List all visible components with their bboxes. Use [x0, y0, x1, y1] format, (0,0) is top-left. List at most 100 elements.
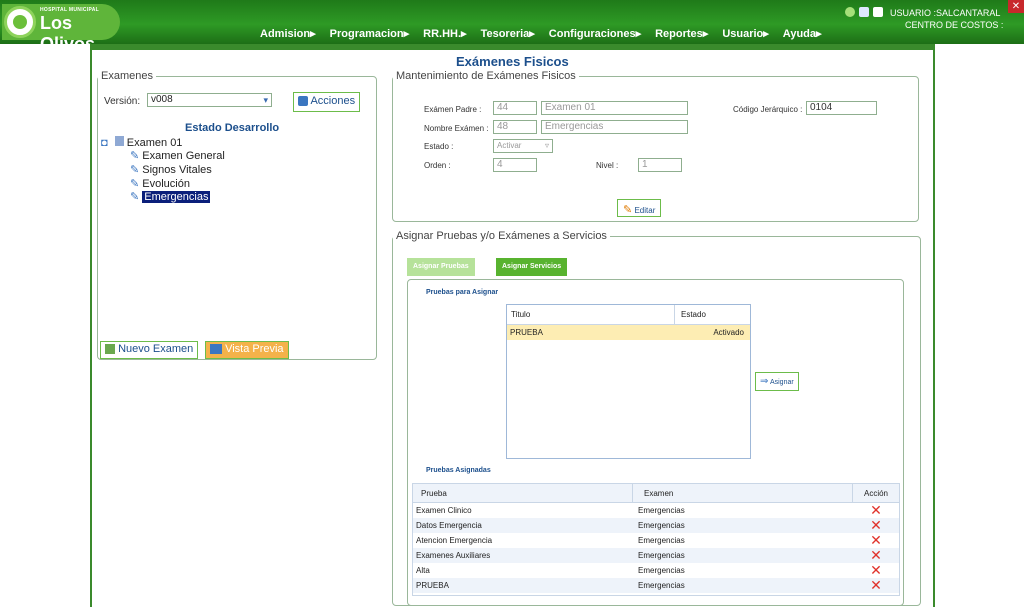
- nombre-id-field[interactable]: 48: [493, 120, 537, 134]
- asignar-button[interactable]: ⇒ Asignar: [755, 372, 799, 391]
- table-row[interactable]: Examenes Auxiliares Emergencias ✕: [413, 548, 899, 563]
- menu-tesoreria[interactable]: Tesoreria▸: [481, 27, 535, 40]
- cell-prueba: Examen Clinico: [416, 506, 472, 515]
- pencil-icon: ✎: [130, 150, 140, 162]
- asignadas-label: Pruebas Asignadas: [426, 467, 491, 474]
- tree-item-emergencias[interactable]: ✎ Emergencias: [130, 190, 211, 203]
- delete-icon[interactable]: ✕: [870, 563, 882, 577]
- menu-configuraciones[interactable]: Configuraciones▸: [549, 27, 641, 40]
- table-row[interactable]: Alta Emergencias ✕: [413, 563, 899, 578]
- nivel-label: Nivel :: [596, 161, 619, 170]
- actions-icon: [298, 96, 308, 107]
- tree-item-label: Evolución: [142, 178, 190, 190]
- header-examen[interactable]: Examen: [633, 484, 853, 502]
- delete-icon[interactable]: ✕: [870, 548, 882, 562]
- grid-header: Prueba Examen Acción: [413, 484, 899, 503]
- delete-icon[interactable]: ✕: [870, 518, 882, 532]
- refresh-icon[interactable]: [845, 7, 855, 17]
- add-icon: [105, 344, 115, 355]
- table-row[interactable]: Atencion Emergencia Emergencias ✕: [413, 533, 899, 548]
- header-icons: [845, 7, 883, 17]
- table-row[interactable]: Examen Clinico Emergencias ✕: [413, 503, 899, 518]
- tree-item-label: Examen General: [142, 150, 225, 162]
- tree-item-label: Signos Vitales: [142, 164, 212, 176]
- orden-field[interactable]: 4: [493, 158, 537, 172]
- cell-prueba: Alta: [416, 566, 430, 575]
- table-row[interactable]: Datos Emergencia Emergencias ✕: [413, 518, 899, 533]
- chevron-down-icon: ▿: [544, 141, 549, 150]
- asignadas-rows: Examen Clinico Emergencias ✕ Datos Emergenc…: [413, 503, 899, 593]
- vista-previa-label: Vista Previa: [225, 343, 284, 355]
- editar-button[interactable]: ✎ Editar: [617, 199, 662, 217]
- cell-examen: Emergencias: [638, 536, 685, 545]
- table-row[interactable]: PRUEBA Emergencias ✕: [413, 578, 899, 593]
- logo-icon: [4, 6, 36, 38]
- grid-header: Titulo Estado: [507, 305, 750, 325]
- nuevo-examen-button[interactable]: Nuevo Examen: [100, 341, 199, 359]
- tab-asignar-servicios[interactable]: Asignar Servicios: [496, 258, 568, 276]
- header-titulo[interactable]: Titulo: [507, 305, 675, 324]
- mant-legend: Mantenimiento de Exámenes Fisicos: [396, 70, 576, 82]
- tree-item-examen-general[interactable]: ✎ Examen General: [130, 149, 225, 162]
- table-row[interactable]: PRUEBA Activado: [507, 325, 750, 340]
- menu-reportes[interactable]: Reportes▸: [655, 27, 708, 40]
- top-header: HOSPITAL MUNICIPAL Los Olivos Admision▸ …: [0, 0, 1024, 54]
- nivel-field[interactable]: 1: [638, 158, 682, 172]
- tab-asignar-pruebas[interactable]: Asignar Pruebas: [407, 258, 475, 276]
- pencil-icon: ✎: [130, 164, 140, 176]
- menu-ayuda[interactable]: Ayuda▸: [783, 27, 822, 40]
- edit-icon: ✎: [623, 204, 633, 216]
- nombre-field[interactable]: Emergencias: [541, 120, 688, 134]
- user-icon[interactable]: [859, 7, 869, 17]
- tree-item-evolucion[interactable]: ✎ Evolución: [130, 177, 190, 190]
- nuevo-examen-label: Nuevo Examen: [118, 343, 194, 355]
- delete-icon[interactable]: ✕: [870, 533, 882, 547]
- cell-prueba: PRUEBA: [416, 581, 449, 590]
- preview-icon: [210, 344, 222, 355]
- menu-rrhh[interactable]: RR.HH.▸: [423, 27, 466, 40]
- vista-previa-button[interactable]: Vista Previa: [205, 341, 289, 359]
- version-select[interactable]: v008 ▾: [147, 93, 272, 107]
- padre-id-field[interactable]: 44: [493, 101, 537, 115]
- cell-prueba: Examenes Auxiliares: [416, 551, 491, 560]
- cell-prueba: Atencion Emergencia: [416, 536, 493, 545]
- acciones-label: Acciones: [310, 95, 356, 107]
- estado-value: Activar: [497, 141, 522, 150]
- estado-select[interactable]: Activar ▿: [493, 139, 553, 153]
- collapse-icon[interactable]: ◘: [101, 137, 108, 149]
- menu-admision[interactable]: Admision▸: [260, 27, 316, 40]
- codigo-label: Código Jerárquico :: [733, 105, 803, 114]
- pencil-icon: ✎: [130, 191, 140, 203]
- codigo-field[interactable]: 0104: [806, 101, 877, 115]
- pruebas-grid: Titulo Estado PRUEBA Activado: [506, 304, 751, 459]
- pencil-icon: ✎: [130, 178, 140, 190]
- content-top-bar: [90, 44, 935, 50]
- delete-icon[interactable]: ✕: [870, 503, 882, 517]
- delete-icon[interactable]: ✕: [870, 578, 882, 592]
- asignar-label: Asignar: [769, 379, 794, 386]
- acciones-button[interactable]: Acciones: [293, 92, 361, 112]
- page-title: Exámenes Fisicos: [456, 54, 569, 69]
- user-label: USUARIO :SALCANTARAL: [890, 8, 1001, 18]
- hospital-logo: HOSPITAL MUNICIPAL Los Olivos: [2, 4, 120, 54]
- menu-programacion[interactable]: Programacion▸: [330, 27, 410, 40]
- lock-icon[interactable]: [873, 7, 883, 17]
- estado-desarrollo-label: Estado Desarrollo: [185, 122, 280, 134]
- padre-name-field[interactable]: Examen 01: [541, 101, 688, 115]
- exams-legend: Examenes: [101, 70, 153, 82]
- menu-usuario[interactable]: Usuario▸: [722, 27, 768, 40]
- tree-root[interactable]: ◘ Examen 01: [101, 136, 182, 149]
- header-accion[interactable]: Acción: [853, 484, 899, 502]
- editar-label: Editar: [634, 206, 656, 215]
- header-estado[interactable]: Estado: [675, 305, 750, 324]
- cell-prueba: Datos Emergencia: [416, 521, 482, 530]
- cell-examen: Emergencias: [638, 581, 685, 590]
- document-icon: [114, 136, 124, 146]
- close-icon[interactable]: ✕: [1008, 0, 1024, 13]
- tree-item-signos-vitales[interactable]: ✎ Signos Vitales: [130, 163, 212, 176]
- version-label: Versión:: [104, 96, 141, 107]
- tree-item-label: Emergencias: [142, 191, 211, 203]
- header-prueba[interactable]: Prueba: [413, 484, 633, 502]
- exams-panel: Examenes: [97, 70, 377, 360]
- cell-examen: Emergencias: [638, 551, 685, 560]
